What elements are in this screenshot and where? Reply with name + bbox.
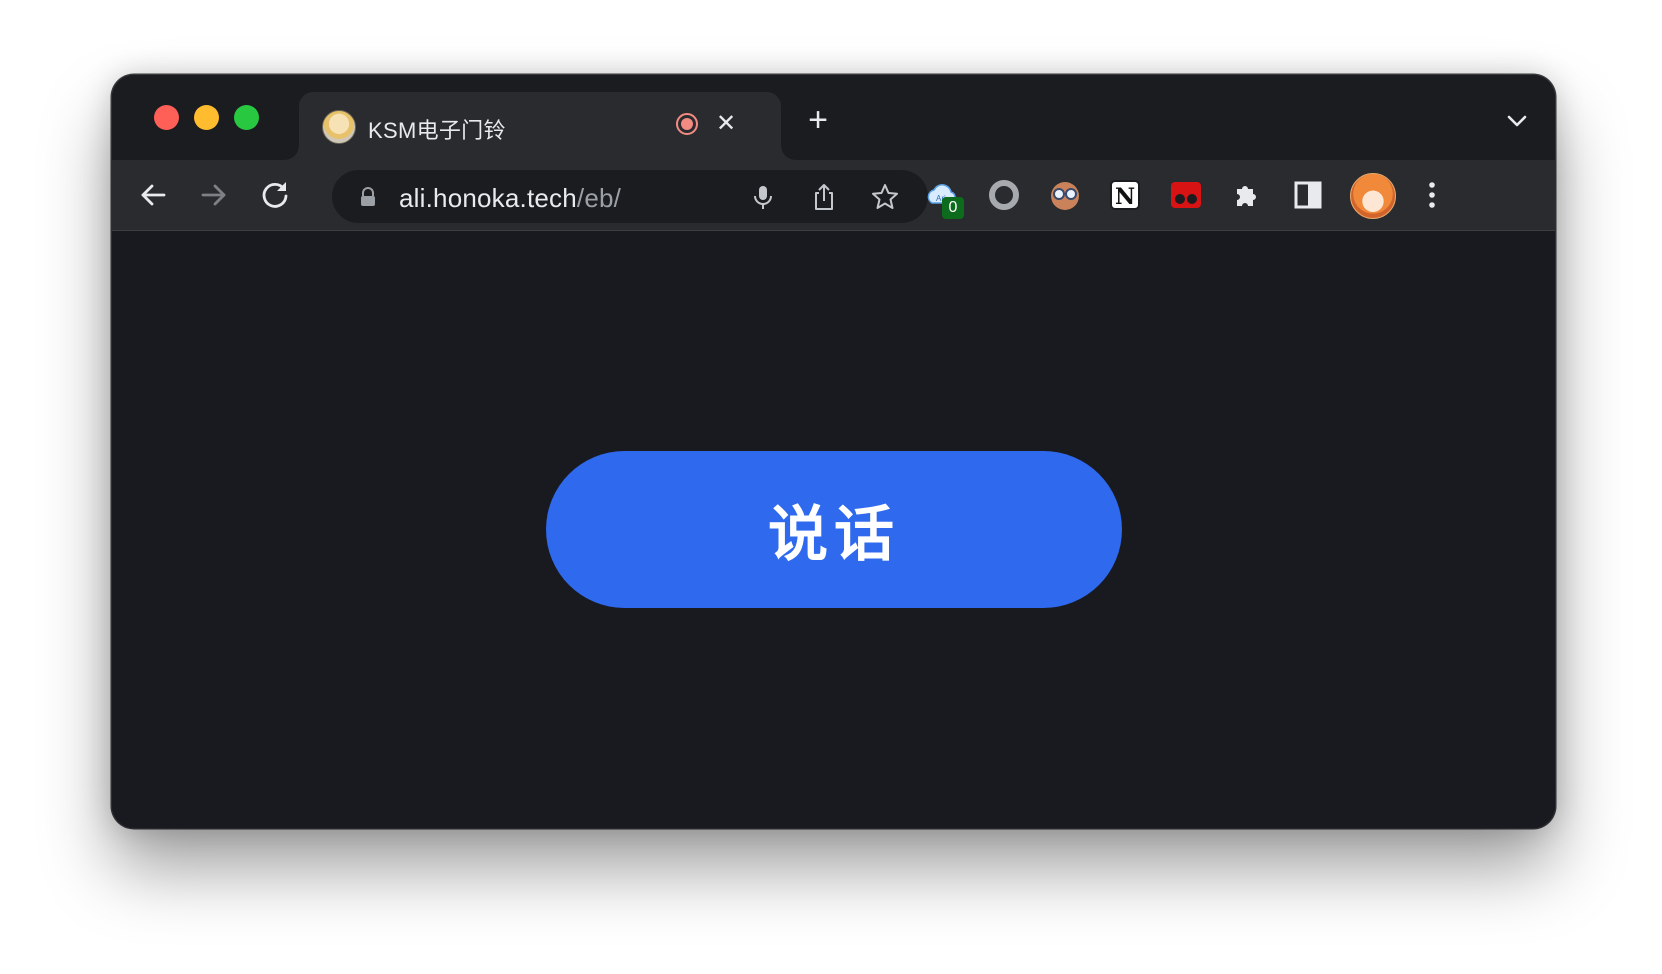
url-text[interactable]: ali.honoka.tech/eb/	[399, 183, 621, 214]
url-path: /eb/	[576, 183, 622, 213]
microphone-icon[interactable]	[748, 182, 778, 212]
red-eyes-extension-icon[interactable]	[1166, 175, 1206, 215]
active-tab[interactable]: KSM电子门铃 ✕	[285, 92, 795, 160]
close-window-button[interactable]	[154, 105, 179, 130]
tab-search-chevron-down-icon[interactable]	[1503, 107, 1531, 135]
fullscreen-window-button[interactable]	[234, 105, 259, 130]
lock-icon[interactable]	[359, 187, 377, 207]
side-panel-icon[interactable]	[1288, 175, 1328, 215]
tab-title: KSM电子门铃	[368, 118, 506, 143]
recording-icon[interactable]	[676, 113, 698, 135]
tab-close-button[interactable]: ✕	[712, 110, 740, 138]
browser-toolbar: ali.honoka.tech/eb/ Ari 0 N	[112, 160, 1555, 231]
window-controls	[154, 105, 259, 130]
profile-avatar[interactable]	[1350, 173, 1396, 219]
svg-text:N: N	[1115, 184, 1135, 210]
tab-strip: KSM电子门铃 ✕ +	[112, 75, 1555, 160]
minimize-window-button[interactable]	[194, 105, 219, 130]
ring-extension-icon[interactable]	[984, 175, 1024, 215]
bookmark-star-icon[interactable]	[870, 182, 900, 212]
new-tab-button[interactable]: +	[802, 103, 834, 137]
talk-button[interactable]: 说话	[546, 451, 1122, 608]
glasses-face-extension-icon[interactable]	[1045, 175, 1085, 215]
notion-extension-icon[interactable]: N	[1105, 175, 1145, 215]
share-icon[interactable]	[809, 182, 839, 212]
aria2-cloud-extension-icon[interactable]: Ari 0	[924, 175, 964, 219]
page-content: 说话	[112, 231, 1555, 828]
browser-window: KSM电子门铃 ✕ + ali.honoka.tech/eb/ Ari 0 N …	[112, 75, 1555, 828]
more-menu-icon[interactable]	[1412, 175, 1452, 215]
extension-badge: 0	[942, 197, 964, 219]
puzzle-extensions-icon[interactable]	[1227, 175, 1267, 215]
reload-icon[interactable]	[257, 177, 293, 213]
address-bar[interactable]: ali.honoka.tech/eb/	[332, 170, 928, 223]
url-domain: ali.honoka.tech	[399, 183, 577, 213]
tab-favicon-icon	[322, 110, 356, 144]
back-arrow-icon[interactable]	[135, 177, 171, 213]
forward-arrow-icon[interactable]	[196, 177, 232, 213]
